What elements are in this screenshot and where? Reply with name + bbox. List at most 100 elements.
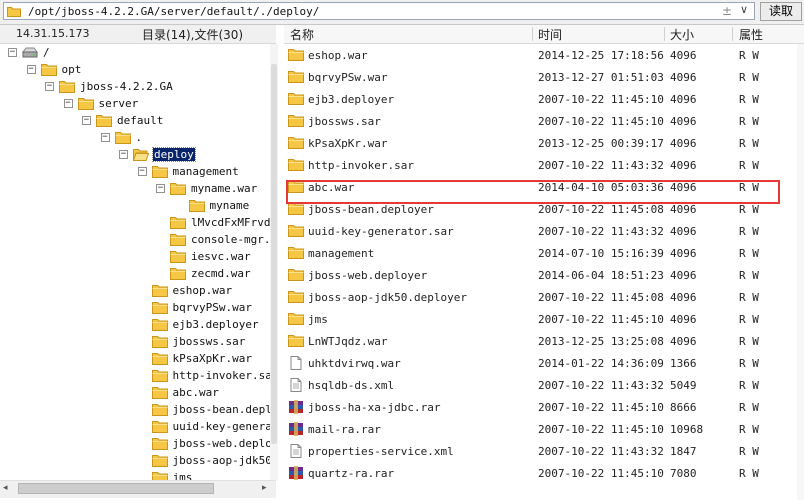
folder-icon (288, 158, 304, 172)
chevron-down-icon[interactable]: ∨ (740, 3, 748, 16)
tree-node[interactable]: bqrvyPSw.war (0, 300, 270, 316)
tree-node[interactable]: jbossws.sar (0, 334, 270, 350)
file-row[interactable]: LnWTJqdz.war 2013-12-25 13:25:08 4096 R W (284, 330, 804, 352)
collapse-toggle-icon[interactable]: − (137, 167, 147, 176)
file-row[interactable]: jboss-ha-xa-jdbc.rar 2007-10-22 11:45:10 8… (284, 396, 804, 418)
collapse-toggle-icon[interactable]: − (82, 116, 91, 125)
tree-node[interactable]: jms (0, 470, 270, 480)
tree-node[interactable]: − management (0, 164, 270, 180)
tree-node-label: http-invoker.sar (172, 369, 271, 382)
file-row[interactable]: jbossws.sar 2007-10-22 11:45:10 4096 R W (284, 110, 804, 132)
file-name: hsqldb-ds.xml (308, 379, 395, 392)
tree-node[interactable]: abc.war (0, 385, 270, 401)
tree-node[interactable]: − opt (0, 62, 270, 78)
hscroll-thumb[interactable] (18, 483, 214, 494)
plus-minus-icon[interactable]: ± (722, 4, 732, 18)
tree-node[interactable]: − jboss-4.2.2.GA (0, 79, 270, 95)
tree-node[interactable]: jboss-web.deployer (0, 436, 270, 452)
directory-tree[interactable]: − / − opt − jboss-4.2.2.GA − server − default −. − d… (0, 44, 270, 480)
folder-icon (288, 114, 304, 128)
tree-node[interactable]: jboss-bean.deployer (0, 402, 270, 418)
file-time: 2007-10-22 11:45:08 (538, 203, 664, 216)
tree-node[interactable]: ejb3.deployer (0, 317, 270, 333)
file-attr: R W (739, 269, 759, 282)
tree-node-label: jboss-aop-jdk50.deployer (172, 454, 271, 467)
drive-icon (22, 46, 38, 59)
file-time: 2014-07-10 15:16:39 (538, 247, 664, 260)
file-time: 2014-12-25 17:18:56 (538, 49, 664, 62)
tree-node[interactable]: −. (0, 130, 270, 146)
folder-icon (170, 182, 186, 195)
file-row[interactable]: properties-service.xml 2007-10-22 11:43:3… (284, 440, 804, 462)
file-name: jbossws.sar (308, 115, 381, 128)
file-attr: R W (739, 467, 759, 480)
collapse-toggle-icon[interactable]: − (119, 150, 128, 159)
tree-node[interactable]: uuid-key-generator.sar (0, 419, 270, 435)
scroll-right-icon[interactable]: ▸ (262, 483, 267, 493)
file-row[interactable]: uuid-key-generator.sar 2007-10-22 11:43:3… (284, 220, 804, 242)
file-row[interactable]: quartz-ra.rar 2007-10-22 11:45:10 7080 R W (284, 462, 804, 484)
file-size: 4096 (670, 181, 697, 194)
file-row[interactable]: eshop.war 2014-12-25 17:18:56 4096 R W (284, 44, 804, 66)
pane-splitter[interactable] (270, 44, 278, 480)
tree-node[interactable]: console-mgr.sar (0, 232, 270, 248)
folder-icon (151, 301, 168, 314)
file-row[interactable]: http-invoker.sar 2007-10-22 11:43:32 4096 R… (284, 154, 804, 176)
tree-node[interactable]: myname (0, 198, 270, 214)
column-attr[interactable]: 属性 (739, 26, 763, 43)
collapse-toggle-icon[interactable]: − (100, 133, 110, 142)
tree-node-label: management (172, 165, 239, 178)
scroll-left-icon[interactable]: ◂ (3, 483, 8, 493)
file-row[interactable]: bqrvyPSw.war 2013-12-27 01:51:03 4096 R W (284, 66, 804, 88)
tree-node[interactable]: zecmd.war (0, 266, 270, 282)
file-name: abc.war (308, 181, 355, 194)
folder-icon (40, 63, 57, 76)
folder-icon (288, 48, 304, 62)
file-row[interactable]: jboss-aop-jdk50.deployer 2007-10-22 11:45… (284, 286, 804, 308)
rar-archive-icon (288, 466, 304, 480)
tree-node[interactable]: kPsaXpKr.war (0, 351, 270, 367)
collapse-toggle-icon[interactable]: − (26, 65, 36, 74)
tree-node[interactable]: lMvcdFxMFrvdz (0, 215, 270, 231)
collapse-toggle-icon[interactable]: − (45, 82, 54, 91)
tree-node[interactable]: http-invoker.sar (0, 368, 270, 384)
tree-vscroll-thumb[interactable] (271, 64, 277, 444)
tree-hscrollbar[interactable]: ◂ ▸ (0, 480, 276, 498)
file-row[interactable]: uhktdvirwq.war 2014-01-22 14:36:09 1366 R W (284, 352, 804, 374)
collapse-toggle-icon[interactable]: − (156, 184, 165, 193)
tree-node[interactable]: iesvc.war (0, 249, 270, 265)
tree-node[interactable]: jboss-aop-jdk50.deployer (0, 453, 270, 469)
column-size[interactable]: 大小 (670, 26, 694, 43)
file-row[interactable]: management 2014-07-10 15:16:39 4096 R W (284, 242, 804, 264)
file-row[interactable]: jms 2007-10-22 11:45:10 4096 R W (284, 308, 804, 330)
list-vscrollbar[interactable] (797, 44, 804, 500)
file-time: 2007-10-22 11:45:10 (538, 401, 664, 414)
file-list[interactable]: eshop.war 2014-12-25 17:18:56 4096 R Wbqrvy… (284, 44, 804, 500)
tree-node[interactable]: − deploy (0, 147, 270, 163)
path-input[interactable]: /opt/jboss-4.2.2.GA/server/default/./dep… (3, 2, 755, 20)
tree-node[interactable]: − default (0, 113, 270, 129)
read-button[interactable]: 读取 (760, 2, 802, 21)
file-row[interactable]: kPsaXpKr.war 2013-12-25 00:39:17 4096 R W (284, 132, 804, 154)
folder-icon (288, 312, 304, 326)
tree-node[interactable]: − / (0, 45, 270, 61)
file-row[interactable]: ejb3.deployer 2007-10-22 11:45:10 4096 R W (284, 88, 804, 110)
file-size: 4096 (670, 247, 697, 260)
tree-node[interactable]: − server (0, 96, 270, 112)
file-row[interactable]: hsqldb-ds.xml 2007-10-22 11:43:32 5049 R W (284, 374, 804, 396)
folder-icon (151, 335, 168, 348)
column-time[interactable]: 时间 (538, 26, 562, 43)
file-attr: R W (739, 115, 759, 128)
file-row[interactable]: jboss-bean.deployer 2007-10-22 11:45:08 40… (284, 198, 804, 220)
file-row[interactable]: abc.war 2014-04-10 05:03:36 4096 R W (284, 176, 804, 198)
file-attr: R W (739, 93, 759, 106)
tree-node[interactable]: eshop.war (0, 283, 270, 299)
tree-node[interactable]: − myname.war (0, 181, 270, 197)
file-name: jboss-ha-xa-jdbc.rar (308, 401, 441, 414)
column-name[interactable]: 名称 (290, 26, 314, 43)
collapse-toggle-icon[interactable]: − (8, 48, 17, 57)
file-row[interactable]: mail-ra.rar 2007-10-22 11:45:10 10968 R W (284, 418, 804, 440)
file-attr: R W (739, 401, 759, 414)
file-row[interactable]: jboss-web.deployer 2014-06-04 18:51:23 409… (284, 264, 804, 286)
collapse-toggle-icon[interactable]: − (63, 99, 73, 108)
